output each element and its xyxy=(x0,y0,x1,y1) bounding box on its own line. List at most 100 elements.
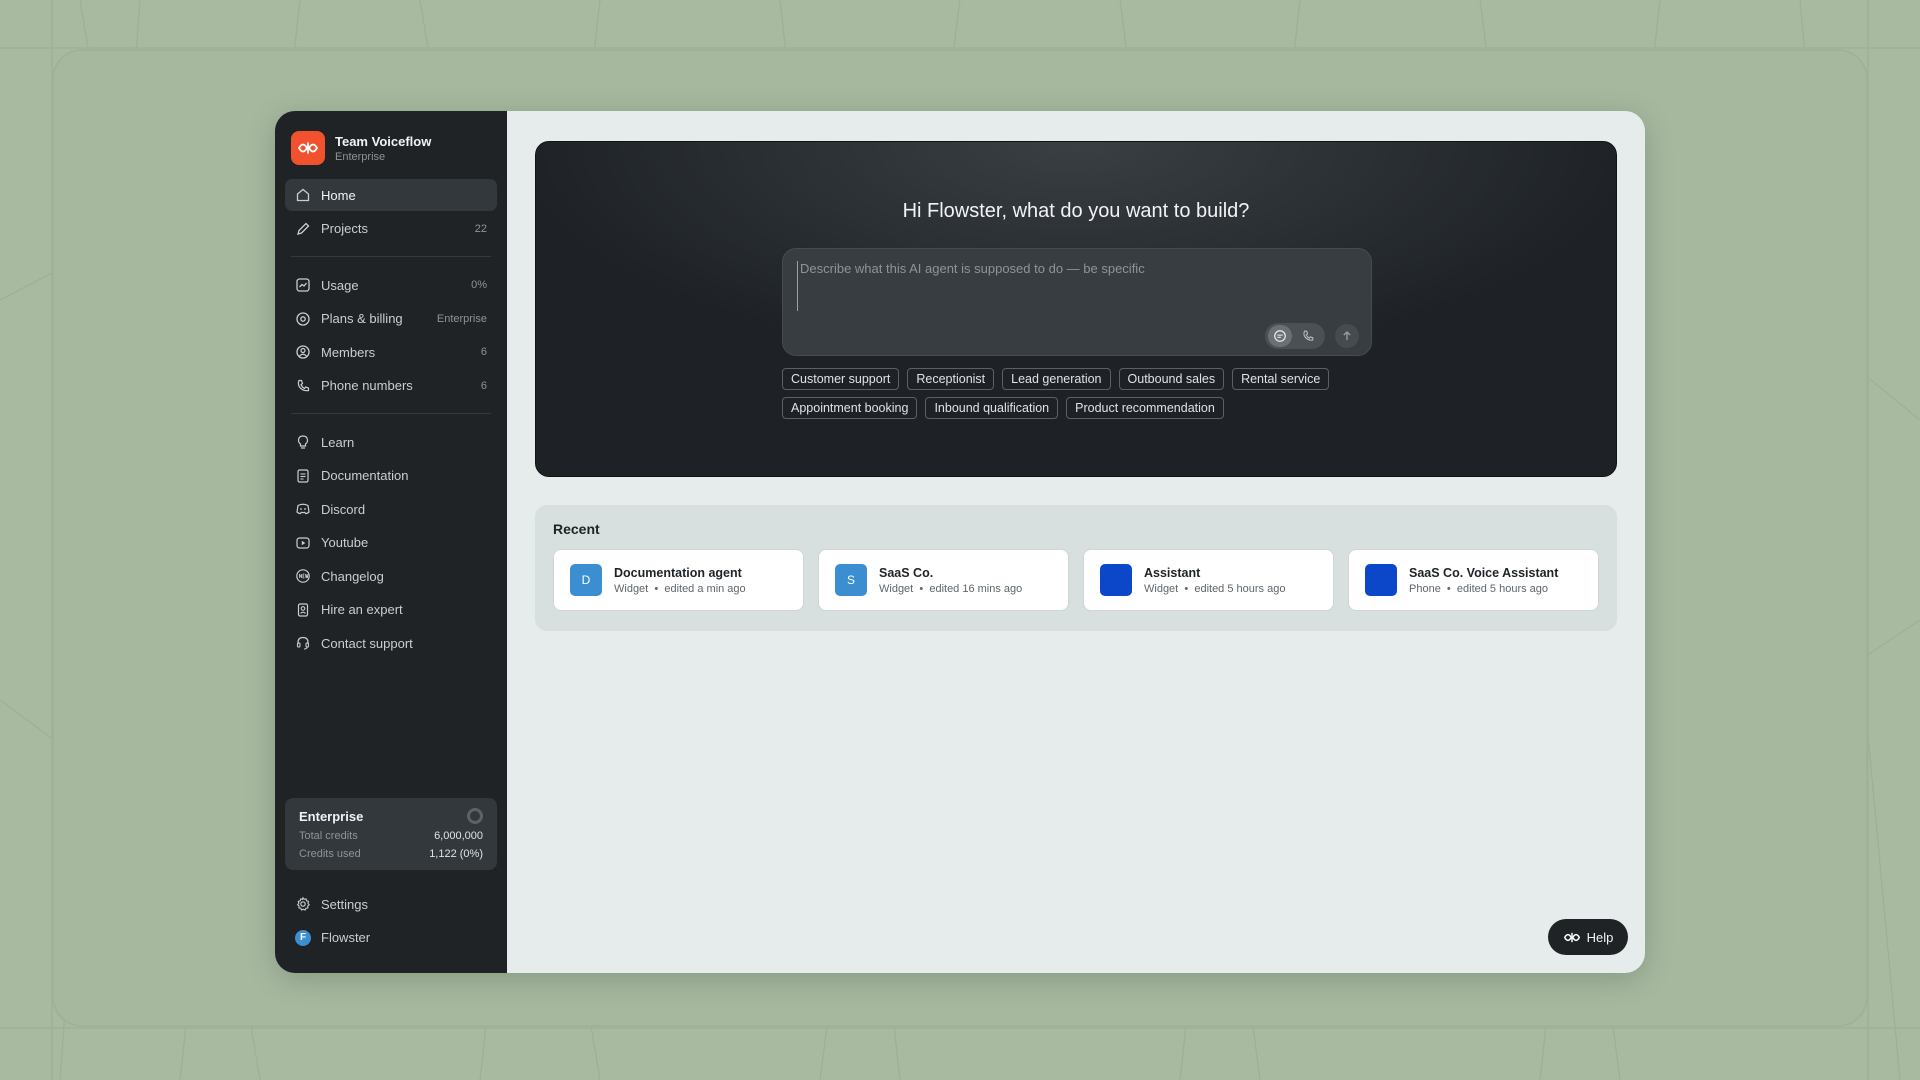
sidebar-item-label: Youtube xyxy=(321,535,369,550)
chip-rental-service[interactable]: Rental service xyxy=(1232,368,1330,390)
chip-receptionist[interactable]: Receptionist xyxy=(907,368,995,390)
credits-used-value: 1,122 (0%) xyxy=(429,848,483,860)
sidebar-item-label: Settings xyxy=(321,896,368,912)
recent-project-card[interactable]: D Documentation agent Widget • edited a … xyxy=(553,549,804,611)
hero-panel: Hi Flowster, what do you want to build? xyxy=(535,141,1617,477)
project-type: Phone xyxy=(1409,582,1441,595)
project-name: Assistant xyxy=(1144,565,1201,580)
sidebar-item-settings[interactable]: Settings xyxy=(285,888,497,920)
chip-customer-support[interactable]: Customer support xyxy=(782,368,900,390)
chip-outbound-sales[interactable]: Outbound sales xyxy=(1118,368,1225,390)
credits-used-label: Credits used xyxy=(299,848,361,860)
sidebar-divider xyxy=(291,256,491,257)
team-switcher[interactable]: Team Voiceflow Enterprise xyxy=(285,111,497,179)
greeting-title: Hi Flowster, what do you want to build? xyxy=(902,200,1250,222)
discord-icon xyxy=(296,503,310,515)
help-label: Help xyxy=(1586,929,1614,945)
project-meta: Phone • edited 5 hours ago xyxy=(1409,582,1549,595)
project-meta: Widget • edited a min ago xyxy=(614,582,746,595)
sidebar-item-label: Usage xyxy=(321,277,359,293)
project-avatar: D xyxy=(570,564,602,596)
chip-lead-generation[interactable]: Lead generation xyxy=(1002,368,1111,390)
play-icon xyxy=(296,536,310,549)
user-name: Flowster xyxy=(321,930,371,945)
sidebar-item-label: Plans & billing xyxy=(321,311,403,326)
usage-percent: 0% xyxy=(471,279,487,291)
project-name: Documentation agent xyxy=(614,565,742,580)
project-avatar xyxy=(1100,564,1132,596)
sidebar-item-home[interactable]: Home xyxy=(285,179,497,211)
voice-mode-option[interactable] xyxy=(1296,325,1320,347)
members-count: 6 xyxy=(480,346,487,358)
project-type: Widget xyxy=(614,582,649,595)
sidebar-item-label: Home xyxy=(321,187,356,203)
new-badge-icon xyxy=(296,569,310,583)
channel-toggle[interactable] xyxy=(1265,323,1325,349)
chat-icon xyxy=(1274,330,1286,342)
sidebar-item-members[interactable]: Members 6 xyxy=(285,336,497,368)
recent-title: Recent xyxy=(553,521,600,537)
sidebar-item-label: Hire an expert xyxy=(321,602,403,617)
project-avatar xyxy=(1365,564,1397,596)
credits-card[interactable]: Enterprise Total credits 6,000,000 Credi… xyxy=(285,798,497,870)
sidebar-item-plans-billing[interactable]: Plans & billing Enterprise xyxy=(285,303,497,335)
sidebar-item-contact-support[interactable]: Contact support xyxy=(285,627,497,659)
sidebar-divider xyxy=(291,413,491,414)
home-icon xyxy=(296,188,310,202)
arrow-up-icon xyxy=(1343,331,1351,340)
sidebar-item-usage[interactable]: Usage 0% xyxy=(285,269,497,301)
total-credits-label: Total credits xyxy=(299,830,358,842)
sidebar-item-changelog[interactable]: Changelog xyxy=(285,560,497,592)
phone-icon xyxy=(1303,330,1314,341)
sidebar-item-discord[interactable]: Discord xyxy=(285,493,497,525)
voiceflow-logo-icon xyxy=(291,131,325,165)
voiceflow-logo-icon xyxy=(1563,932,1580,942)
user-icon xyxy=(296,345,310,359)
recent-cards: D Documentation agent Widget • edited a … xyxy=(553,549,1599,611)
billing-icon xyxy=(296,311,310,326)
chip-appointment-booking[interactable]: Appointment booking xyxy=(782,397,918,419)
team-plan: Enterprise xyxy=(335,150,386,163)
send-button[interactable] xyxy=(1335,324,1359,348)
pencil-icon xyxy=(297,222,310,235)
project-meta: Widget • edited 5 hours ago xyxy=(1144,582,1286,595)
sidebar-item-projects[interactable]: Projects 22 xyxy=(285,213,497,245)
team-name: Team Voiceflow xyxy=(335,133,432,149)
recent-section: Recent D Documentation agent Widget • ed… xyxy=(535,505,1617,631)
sidebar-item-label: Projects xyxy=(321,221,368,236)
sidebar-item-label: Learn xyxy=(321,434,355,450)
chip-inbound-qualification[interactable]: Inbound qualification xyxy=(925,397,1059,419)
project-edited: edited a min ago xyxy=(664,582,746,595)
sidebar-item-label: Members xyxy=(321,344,376,360)
sidebar-item-phone-numbers[interactable]: Phone numbers 6 xyxy=(285,370,497,402)
prompt-box xyxy=(782,248,1372,356)
project-meta: Widget • edited 16 mins ago xyxy=(879,582,1023,595)
recent-project-card[interactable]: S SaaS Co. Widget • edited 16 mins ago xyxy=(818,549,1069,611)
sidebar-item-user-profile[interactable]: F Flowster xyxy=(285,922,497,954)
chip-row: Customer support Receptionist Lead gener… xyxy=(782,368,1382,390)
sidebar-item-label: Phone numbers xyxy=(321,378,413,393)
project-name: SaaS Co. Voice Assistant xyxy=(1409,565,1559,580)
credits-progress-ring-icon xyxy=(467,808,483,824)
sidebar-item-documentation[interactable]: Documentation xyxy=(285,460,497,492)
sidebar-item-hire-expert[interactable]: Hire an expert xyxy=(285,594,497,626)
sidebar-item-youtube[interactable]: Youtube xyxy=(285,527,497,559)
recent-project-card[interactable]: SaaS Co. Voice Assistant Phone • edited … xyxy=(1348,549,1599,611)
recent-project-card[interactable]: Assistant Widget • edited 5 hours ago xyxy=(1083,549,1334,611)
chip-row: Appointment booking Inbound qualificatio… xyxy=(782,397,1382,419)
project-edited: edited 5 hours ago xyxy=(1194,582,1286,595)
sidebar-item-learn[interactable]: Learn xyxy=(285,426,497,458)
expert-icon xyxy=(297,602,309,617)
help-button[interactable]: Help xyxy=(1548,919,1628,955)
suggestion-chips: Customer support Receptionist Lead gener… xyxy=(782,368,1382,426)
project-name: SaaS Co. xyxy=(879,565,934,580)
total-credits-value: 6,000,000 xyxy=(434,830,483,842)
main-content: Hi Flowster, what do you want to build? xyxy=(507,111,1645,973)
headset-icon xyxy=(296,636,310,650)
sidebar-bottom-padding xyxy=(285,955,497,973)
chat-mode-option[interactable] xyxy=(1268,325,1292,347)
phone-numbers-count: 6 xyxy=(480,379,487,392)
agent-description-input[interactable] xyxy=(797,261,1357,311)
chip-product-recommendation[interactable]: Product recommendation xyxy=(1066,397,1224,419)
